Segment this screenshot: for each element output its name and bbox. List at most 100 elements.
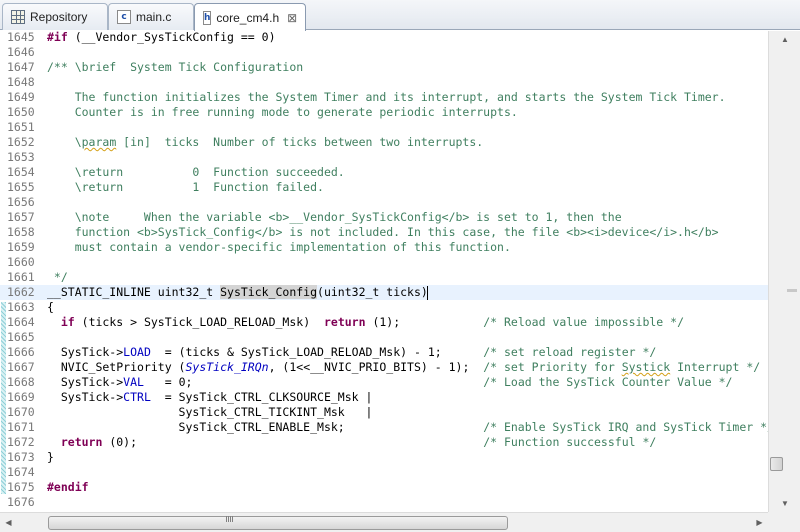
- code-token: , (1<<__NVIC_PRIO_BITS) - 1);: [268, 360, 484, 374]
- line-number: 1658: [7, 225, 35, 239]
- code-token: The function initializes the System Time…: [47, 90, 726, 104]
- code-token: __STATIC_INLINE uint32_t: [47, 285, 221, 299]
- line-number: 1650: [7, 105, 35, 119]
- scroll-up-icon[interactable]: ▲: [769, 31, 800, 48]
- code-line[interactable]: 1668 SysTick->VAL = 0; /* Load the SysTi…: [0, 375, 768, 390]
- tab-core-cm4-h[interactable]: h core_cm4.h ⊠: [194, 3, 306, 31]
- code-line[interactable]: 1663 {: [0, 300, 768, 315]
- code-line[interactable]: 1664 if (ticks > SysTick_LOAD_RELOAD_Msk…: [0, 315, 768, 330]
- line-number: 1648: [7, 75, 35, 89]
- code-token: must contain a vendor-specific implement…: [47, 240, 511, 254]
- code-line[interactable]: 1672 return (0); /* Function successful …: [0, 435, 768, 450]
- code-line[interactable]: 1671 SysTick_CTRL_ENABLE_Msk; /* Enable …: [0, 420, 768, 435]
- line-number: 1653: [7, 150, 35, 164]
- line-number: 1666: [7, 345, 35, 359]
- code-token: = 0;: [143, 375, 484, 389]
- code-line[interactable]: 1656: [0, 195, 768, 210]
- tab-label: core_cm4.h: [216, 10, 280, 25]
- code-line[interactable]: 1669 SysTick->CTRL = SysTick_CTRL_CLKSOU…: [0, 390, 768, 405]
- code-line[interactable]: 1648: [0, 75, 768, 90]
- scroll-left-icon[interactable]: ◀: [0, 514, 17, 531]
- code-token: \note When the variable <b>__Vendor_SysT…: [47, 210, 622, 224]
- horizontal-scroll-thumb[interactable]: [48, 516, 508, 530]
- line-number: 1672: [7, 435, 35, 449]
- tab-main-c[interactable]: c main.c: [108, 3, 194, 30]
- scrollbar-corner: [768, 512, 800, 532]
- line-number: 1651: [7, 120, 35, 134]
- code-line[interactable]: 1674: [0, 465, 768, 480]
- code-token: \return 1 Function failed.: [47, 180, 324, 194]
- scroll-right-icon[interactable]: ▶: [751, 514, 768, 531]
- overview-ruler-mark[interactable]: [787, 289, 797, 292]
- code-line[interactable]: 1659 must contain a vendor-specific impl…: [0, 240, 768, 255]
- line-number: 1668: [7, 375, 35, 389]
- code-line[interactable]: 1653: [0, 150, 768, 165]
- line-number: 1649: [7, 90, 35, 104]
- line-number: 1669: [7, 390, 35, 404]
- vertical-scroll-thumb[interactable]: [770, 457, 783, 471]
- text-caret: [426, 285, 428, 300]
- tab-repository[interactable]: Repository: [2, 3, 108, 30]
- code-token: }: [47, 450, 54, 464]
- code-line[interactable]: 1676: [0, 495, 768, 510]
- code-token: VAL: [123, 375, 144, 389]
- code-line[interactable]: 1675 #endif: [0, 480, 768, 495]
- code-token: param: [81, 135, 117, 149]
- code-lines: 1645 #if (__Vendor_SysTickConfig == 0) 164…: [0, 31, 768, 510]
- code-line[interactable]: 1649 The function initializes the System…: [0, 90, 768, 105]
- vertical-scrollbar[interactable]: ▲ ▼: [768, 31, 800, 512]
- tab-label: Repository: [30, 10, 88, 24]
- code-token: = SysTick_CTRL_CLKSOURCE_Msk |: [150, 390, 373, 404]
- line-number: 1662: [7, 285, 35, 299]
- h-file-icon: h: [203, 10, 212, 25]
- code-line[interactable]: 1667 NVIC_SetPriority (SysTick_IRQn, (1<…: [0, 360, 768, 375]
- code-token: return: [60, 435, 103, 449]
- code-token: /* set Priority for: [483, 360, 622, 374]
- code-line[interactable]: 1673}: [0, 450, 768, 465]
- code-token: {: [47, 300, 54, 314]
- scroll-down-icon[interactable]: ▼: [769, 495, 800, 512]
- code-line[interactable]: 1670 SysTick_CTRL_TICKINT_Msk |: [0, 405, 768, 420]
- code-line[interactable]: 1657 \note When the variable <b>__Vendor…: [0, 210, 768, 225]
- code-token: SysTick->: [47, 345, 124, 359]
- code-token: (ticks > SysTick_LOAD_RELOAD_Msk): [74, 315, 324, 329]
- code-line[interactable]: 1655 \return 1 Function failed.: [0, 180, 768, 195]
- close-tab-icon[interactable]: ⊠: [287, 11, 297, 25]
- code-token: /* Reload value impossible */: [483, 315, 685, 329]
- line-number: 1676: [7, 495, 35, 509]
- line-number: 1654: [7, 165, 35, 179]
- line-number: 1660: [7, 255, 35, 269]
- code-line[interactable]: 1661 */: [0, 270, 768, 285]
- horizontal-scrollbar[interactable]: ◀ ▶: [0, 512, 768, 532]
- line-number: 1675: [7, 480, 35, 494]
- code-line[interactable]: 1666 SysTick->LOAD = (ticks & SysTick_LO…: [0, 345, 768, 360]
- code-line[interactable]: 1651: [0, 120, 768, 135]
- code-token: /* Enable SysTick IRQ and SysTick Timer …: [483, 420, 768, 434]
- code-line[interactable]: 1646: [0, 45, 768, 60]
- line-number: 1663: [7, 300, 35, 314]
- code-token: Counter is in free running mode to gener…: [47, 105, 518, 119]
- code-token: /* Load the SysTick Counter Value */: [483, 375, 733, 389]
- code-line[interactable]: 1658 function <b>SysTick_Config</b> is n…: [0, 225, 768, 240]
- code-token: \: [47, 135, 82, 149]
- code-line[interactable]: 1654 \return 0 Function succeeded.: [0, 165, 768, 180]
- c-file-icon: c: [117, 10, 131, 24]
- code-token: SysTick->: [47, 375, 124, 389]
- code-line[interactable]: 1662 __STATIC_INLINE uint32_t SysTick_Con…: [0, 285, 768, 300]
- code-token: return: [323, 315, 366, 329]
- code-token: SysTick_CTRL_TICKINT_Msk |: [47, 405, 373, 419]
- code-line[interactable]: 1652 \param [in] ticks Number of ticks b…: [0, 135, 768, 150]
- code-line[interactable]: 1647 /** \brief System Tick Configuration: [0, 60, 768, 75]
- code-line[interactable]: 1650 Counter is in free running mode to …: [0, 105, 768, 120]
- tab-label: main.c: [136, 10, 172, 24]
- code-line[interactable]: 1665: [0, 330, 768, 345]
- code-line[interactable]: 1660: [0, 255, 768, 270]
- code-token: SysTick->: [47, 390, 124, 404]
- line-number: 1645: [7, 31, 35, 44]
- line-number: 1674: [7, 465, 35, 479]
- code-token: (1);: [365, 315, 484, 329]
- code-line[interactable]: 1645 #if (__Vendor_SysTickConfig == 0): [0, 31, 768, 45]
- code-editor[interactable]: 1645 #if (__Vendor_SysTickConfig == 0) 164…: [0, 31, 768, 512]
- line-number: 1659: [7, 240, 35, 254]
